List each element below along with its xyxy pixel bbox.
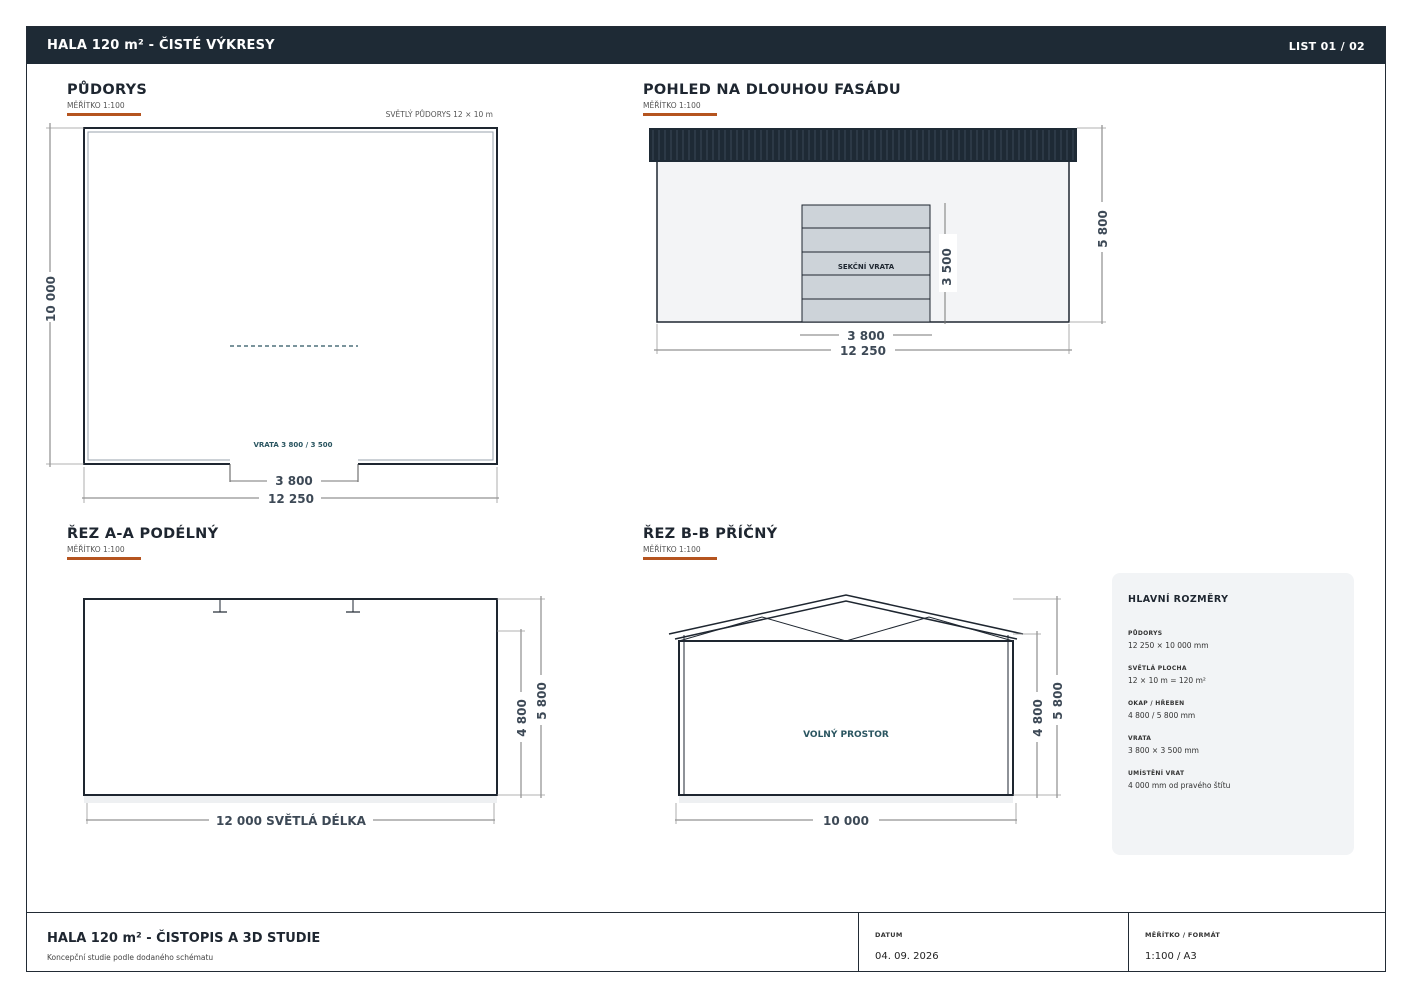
section-bb-width-dim: 10 000 [823, 814, 869, 828]
section-aa-outline [83, 598, 498, 796]
plan-total-width-dim: 12 250 [268, 492, 314, 506]
facade-drawing: SEKČNÍ VRATA 3 500 5 800 3 800 12 250 [649, 125, 1111, 358]
plan-height-dim: 10 000 [44, 276, 58, 322]
section-bb-roof-inner [674, 600, 1018, 640]
title-block-date: DATUM 04. 09. 2026 [858, 913, 1129, 971]
title-block-scale: MĚŘÍTKO / FORMÁT 1:100 / A3 [1128, 913, 1385, 971]
plan-door-opening [230, 459, 358, 467]
section-bb-hall [678, 640, 1014, 796]
facade-door-height-dim: 3 500 [940, 248, 954, 286]
summary-item-area: SVĚTLÁ PLOCHA 12 × 10 m = 120 m² [1128, 665, 1206, 685]
section-bb-shadow [679, 795, 1013, 803]
summary-item-heights: OKAP / HŘEBEN 4 800 / 5 800 mm [1128, 700, 1195, 720]
date-value: 04. 09. 2026 [875, 951, 939, 962]
section-bb-space-label: VOLNÝ PROSTOR [803, 728, 889, 740]
plan-drawing: SVĚTLÝ PŮDORYS 12 × 10 m VRATA 3 800 / 3… [41, 110, 499, 506]
plan-outer-wall [83, 127, 498, 465]
summary-value: 3 800 × 3 500 mm [1128, 746, 1199, 755]
section-aa-shadow [84, 795, 497, 803]
section-bb-eave-dim: 4 800 [1031, 699, 1045, 737]
section-aa-length-dim: 12 000 SVĚTLÁ DÉLKA [216, 813, 367, 828]
plan-note: SVĚTLÝ PŮDORYS 12 × 10 m [386, 110, 493, 119]
title-block-project: HALA 120 m² - ČISTOPIS A 3D STUDIE Konce… [27, 913, 858, 971]
summary-item-door: VRATA 3 800 × 3 500 mm [1128, 735, 1199, 755]
scale-label: MĚŘÍTKO / FORMÁT [1145, 931, 1221, 939]
summary-label: OKAP / HŘEBEN [1128, 700, 1185, 707]
drawing-sheet: HALA 120 m² - ČISTÉ VÝKRESY LIST 01 / 02… [26, 26, 1386, 972]
section-bb-ridge-dim: 5 800 [1051, 682, 1065, 720]
summary-item-plan: PŮDORYS 12 250 × 10 000 mm [1128, 630, 1209, 650]
main-dimensions-heading: HLAVNÍ ROZMĚRY [1128, 594, 1229, 605]
facade-door-width-dim: 3 800 [847, 329, 885, 343]
project-title: HALA 120 m² - ČISTOPIS A 3D STUDIE [47, 931, 321, 946]
project-subtitle: Koncepční studie podle dodaného schématu [47, 953, 214, 962]
section-bb-drawing: VOLNÝ PROSTOR 4 800 5 800 10 000 [668, 594, 1066, 828]
summary-label: UMÍSTĚNÍ VRAT [1128, 770, 1185, 777]
date-label: DATUM [875, 931, 903, 939]
main-dimensions-panel: HLAVNÍ ROZMĚRY PŮDORYS 12 250 × 10 000 m… [1112, 573, 1354, 855]
section-aa-drawing: 4 800 5 800 12 000 SVĚTLÁ DÉLKA [83, 596, 550, 828]
scale-value: 1:100 / A3 [1145, 951, 1197, 962]
facade-total-width-dim: 12 250 [840, 344, 886, 358]
section-aa-ridge-dim: 5 800 [535, 682, 549, 720]
facade-door-label: SEKČNÍ VRATA [838, 262, 895, 271]
summary-label: PŮDORYS [1128, 630, 1163, 637]
summary-label: SVĚTLÁ PLOCHA [1128, 665, 1187, 672]
summary-value: 4 800 / 5 800 mm [1128, 711, 1196, 720]
summary-value: 12 250 × 10 000 mm [1128, 641, 1209, 650]
title-block: HALA 120 m² - ČISTOPIS A 3D STUDIE Konce… [27, 912, 1385, 971]
section-aa-eave-dim: 4 800 [515, 699, 529, 737]
facade-ridge-height-dim: 5 800 [1096, 210, 1110, 248]
summary-value: 4 000 mm od pravého štítu [1128, 781, 1231, 790]
summary-label: VRATA [1128, 735, 1152, 742]
plan-door-width-dim: 3 800 [275, 474, 313, 488]
summary-value: 12 × 10 m = 120 m² [1128, 676, 1206, 685]
summary-item-door-position: UMÍSTĚNÍ VRAT 4 000 mm od pravého štítu [1128, 770, 1230, 790]
plan-door-label: VRATA 3 800 / 3 500 [253, 441, 332, 449]
